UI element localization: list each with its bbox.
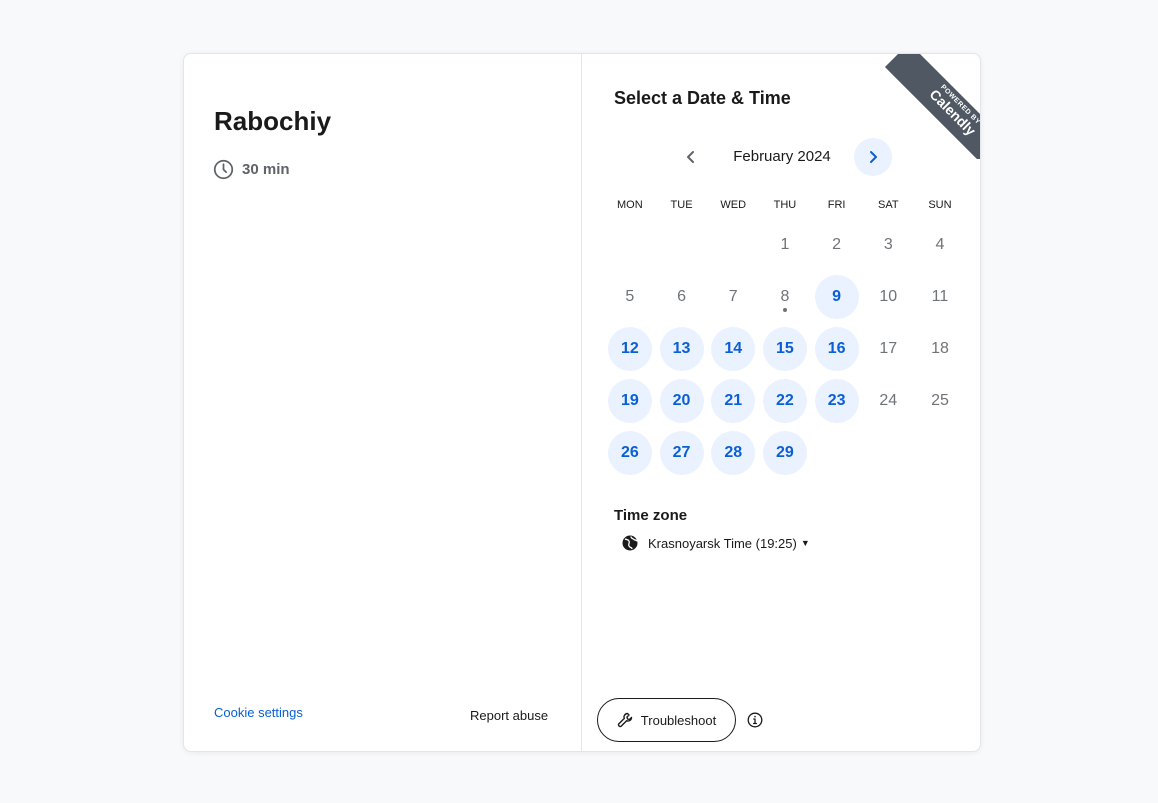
calendar-day-available[interactable]: 28 bbox=[707, 427, 759, 479]
timezone-value: Krasnoyarsk Time (19:25) bbox=[648, 535, 797, 551]
calendar-day-available[interactable]: 23 bbox=[811, 375, 863, 427]
event-duration: 30 min bbox=[213, 159, 290, 180]
event-details-panel: Rabochiy 30 min Cookie settings Report a… bbox=[184, 54, 582, 751]
weekday-label: SUN bbox=[928, 199, 952, 211]
caret-down-icon: ▼ bbox=[800, 538, 810, 548]
calendar-day-available[interactable]: 19 bbox=[604, 375, 656, 427]
weekday-label: TUE bbox=[670, 199, 693, 211]
day-number: 25 bbox=[931, 392, 949, 409]
day-number[interactable]: 9 bbox=[814, 275, 859, 319]
calendar-grid: 1 2 3 4 5 6 7 8 9 10 11 12 13 14 15 16 17 18 19 20 21 22 23 24 2… bbox=[604, 219, 966, 479]
day-number: 7 bbox=[728, 288, 738, 305]
calendar-day-available[interactable]: 16 bbox=[811, 323, 863, 375]
wrench-icon bbox=[617, 712, 632, 728]
calendar-day-available[interactable]: 29 bbox=[759, 427, 811, 479]
date-time-panel: POWERED BY Calendly Select a Date & Time… bbox=[582, 54, 980, 751]
day-number[interactable]: 23 bbox=[814, 379, 859, 423]
day-number[interactable]: 28 bbox=[711, 431, 756, 475]
calendar-day-unavailable: 11 bbox=[914, 271, 966, 323]
calendar-day-available[interactable]: 22 bbox=[759, 375, 811, 427]
calendar-day-unavailable: 25 bbox=[914, 375, 966, 427]
duration-label: 30 min bbox=[242, 161, 290, 178]
day-number[interactable]: 27 bbox=[659, 431, 704, 475]
calendar-day-unavailable: 18 bbox=[914, 323, 966, 375]
chevron-right-icon bbox=[870, 151, 877, 163]
weekday-label: SAT bbox=[877, 199, 899, 211]
empty-day-cell bbox=[707, 219, 759, 271]
timezone-label: Time zone bbox=[614, 507, 688, 524]
today-indicator-dot bbox=[782, 308, 787, 312]
calendar-day-unavailable: 1 bbox=[759, 219, 811, 271]
chevron-left-icon bbox=[687, 151, 694, 163]
troubleshoot-label: Troubleshoot bbox=[640, 712, 717, 728]
info-icon[interactable] bbox=[747, 712, 763, 728]
day-number[interactable]: 15 bbox=[762, 327, 807, 371]
day-number[interactable]: 21 bbox=[711, 379, 756, 423]
calendar-day-unavailable: 3 bbox=[862, 219, 914, 271]
day-number: 6 bbox=[677, 288, 686, 305]
page-title: Select a Date & Time bbox=[614, 88, 791, 108]
day-number: 3 bbox=[883, 236, 893, 253]
day-number[interactable]: 12 bbox=[607, 327, 652, 371]
report-abuse-link[interactable]: Report abuse bbox=[470, 708, 548, 723]
day-number[interactable]: 26 bbox=[607, 431, 652, 475]
timezone-select[interactable]: Krasnoyarsk Time (19:25) ▼ bbox=[622, 535, 810, 551]
month-label: February 2024 bbox=[733, 148, 831, 165]
calendar-day-available[interactable]: 27 bbox=[656, 427, 708, 479]
weekday-label: MON bbox=[617, 199, 643, 211]
booking-card: Rabochiy 30 min Cookie settings Report a… bbox=[183, 53, 981, 752]
day-number: 18 bbox=[931, 340, 949, 357]
day-number: 1 bbox=[780, 236, 790, 253]
troubleshoot-button[interactable]: Troubleshoot bbox=[597, 698, 736, 742]
calendar-day-unavailable: 6 bbox=[656, 271, 708, 323]
calendar-day-available[interactable]: 14 bbox=[707, 323, 759, 375]
day-number[interactable]: 22 bbox=[762, 379, 807, 423]
weekday-label: THU bbox=[773, 199, 797, 211]
calendar-day-available[interactable]: 9 bbox=[811, 271, 863, 323]
cookie-settings-link[interactable]: Cookie settings bbox=[214, 705, 303, 720]
empty-day-cell bbox=[656, 219, 708, 271]
day-number: 10 bbox=[879, 288, 898, 305]
calendar-day-available[interactable]: 26 bbox=[604, 427, 656, 479]
day-number: 5 bbox=[625, 288, 635, 305]
day-number: 8 bbox=[780, 288, 790, 305]
calendar-day-unavailable: 17 bbox=[862, 323, 914, 375]
clock-icon bbox=[213, 159, 234, 180]
day-number: 2 bbox=[832, 236, 842, 253]
globe-icon bbox=[622, 535, 638, 551]
calendar-day-unavailable: 7 bbox=[707, 271, 759, 323]
calendar-day-unavailable: 8 bbox=[759, 271, 811, 323]
day-number: 4 bbox=[935, 236, 945, 253]
next-month-button[interactable] bbox=[854, 138, 892, 176]
day-number[interactable]: 16 bbox=[814, 327, 859, 371]
calendar-day-available[interactable]: 15 bbox=[759, 323, 811, 375]
calendar-day-unavailable: 5 bbox=[604, 271, 656, 323]
empty-day-cell bbox=[604, 219, 656, 271]
month-navigation: February 2024 bbox=[582, 138, 980, 178]
calendar-day-unavailable: 2 bbox=[811, 219, 863, 271]
calendar-day-available[interactable]: 20 bbox=[656, 375, 708, 427]
weekday-header: MON TUE WED THU FRI SAT SUN bbox=[604, 199, 966, 211]
previous-month-button[interactable] bbox=[672, 138, 710, 176]
day-number[interactable]: 19 bbox=[607, 379, 652, 423]
day-number[interactable]: 20 bbox=[659, 379, 704, 423]
event-title: Rabochiy bbox=[214, 106, 332, 136]
calendar-day-unavailable: 4 bbox=[914, 219, 966, 271]
weekday-label: WED bbox=[720, 199, 747, 211]
calendar-day-available[interactable]: 12 bbox=[604, 323, 656, 375]
calendar-day-unavailable: 24 bbox=[862, 375, 914, 427]
day-number[interactable]: 29 bbox=[762, 431, 807, 475]
calendar-day-unavailable: 10 bbox=[862, 271, 914, 323]
day-number[interactable]: 14 bbox=[711, 327, 756, 371]
day-number: 24 bbox=[879, 392, 898, 409]
calendar-day-available[interactable]: 13 bbox=[656, 323, 708, 375]
calendar-day-available[interactable]: 21 bbox=[707, 375, 759, 427]
day-number: 17 bbox=[879, 340, 898, 357]
weekday-label: FRI bbox=[827, 199, 846, 211]
day-number[interactable]: 13 bbox=[659, 327, 704, 371]
day-number: 11 bbox=[931, 288, 949, 305]
